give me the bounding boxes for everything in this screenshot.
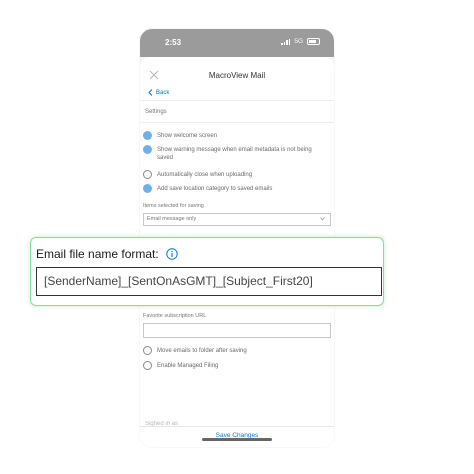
email-format-input[interactable]: [SenderName]_[SentOnAsGMT]_[Subject_Firs… xyxy=(36,267,382,296)
divider xyxy=(140,100,334,101)
option-show-welcome[interactable]: Show welcome screen xyxy=(143,131,218,140)
option-label: Add save location category to saved emai… xyxy=(157,186,273,192)
checkbox-checked[interactable] xyxy=(143,131,152,140)
page-title: MacroView Mail xyxy=(208,71,266,80)
option-label: Show warning message when email metadata… xyxy=(157,147,312,161)
status-bar: 2:53 5G xyxy=(140,29,334,57)
checkbox-unchecked[interactable] xyxy=(143,361,152,370)
email-format-label-row: Email file name format: xyxy=(36,247,178,261)
divider xyxy=(140,122,334,123)
items-selected-value: Email message only xyxy=(147,216,197,222)
option-label: Automatically close when uploading xyxy=(157,172,253,178)
back-label: Back xyxy=(156,89,170,96)
option-auto-close[interactable]: Automatically close when uploading xyxy=(143,170,253,179)
items-selected-label: Items selected for saving xyxy=(143,203,204,209)
email-format-label: Email file name format: xyxy=(36,247,159,261)
back-button[interactable]: Back xyxy=(148,89,169,96)
favorite-url-label: Favorite subscription URL xyxy=(143,313,207,319)
chevron-left-icon xyxy=(148,89,153,96)
checkbox-unchecked[interactable] xyxy=(143,170,152,179)
network-label: 5G xyxy=(294,38,303,45)
option-show-warning[interactable]: Show warning message when email metadata… xyxy=(143,145,323,162)
items-selected-dropdown[interactable]: Email message only xyxy=(143,213,331,226)
battery-icon xyxy=(307,38,320,45)
option-label: Move emails to folder after saving xyxy=(157,348,247,354)
status-indicators: 5G xyxy=(281,38,320,45)
option-label: Enable Managed Filing xyxy=(157,363,219,369)
email-format-callout: Email file name format: [SenderName]_[Se… xyxy=(30,237,384,306)
option-managed-filing[interactable]: Enable Managed Filing xyxy=(143,361,219,370)
checkbox-checked[interactable] xyxy=(143,145,152,154)
home-indicator[interactable] xyxy=(202,438,272,441)
chevron-down-icon xyxy=(320,217,325,221)
option-add-category[interactable]: Add save location category to saved emai… xyxy=(143,184,273,193)
favorite-url-input[interactable] xyxy=(143,323,331,338)
checkbox-checked[interactable] xyxy=(143,184,152,193)
option-label: Show welcome screen xyxy=(157,133,218,139)
info-icon[interactable] xyxy=(166,248,178,260)
checkbox-unchecked[interactable] xyxy=(143,346,152,355)
option-move-emails[interactable]: Move emails to folder after saving xyxy=(143,346,247,355)
settings-section-label: Settings xyxy=(145,109,167,115)
footer-bar: Save Changes xyxy=(140,426,334,447)
status-time: 2:53 xyxy=(165,38,182,47)
signal-icon xyxy=(281,38,291,45)
